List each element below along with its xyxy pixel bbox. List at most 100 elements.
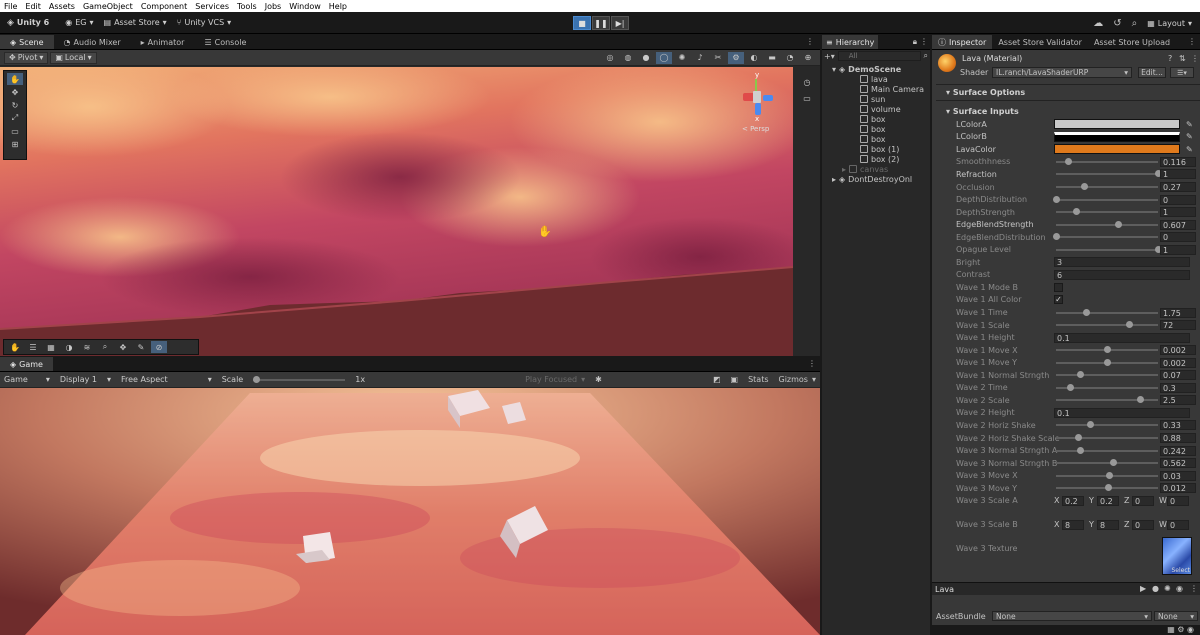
local-dropdown[interactable]: ▣ Local ▾ xyxy=(50,51,97,64)
property-value-field[interactable]: 0.03 xyxy=(1160,470,1196,481)
hierarchy-item[interactable]: box (2) xyxy=(824,154,930,164)
property-value-field[interactable]: 0 xyxy=(1160,194,1196,205)
tab-inspector[interactable]: ⓘ Inspector xyxy=(932,35,993,49)
tab-scene[interactable]: ◈ Scene xyxy=(0,35,54,49)
property-slider[interactable] xyxy=(1056,245,1162,253)
bug-icon[interactable]: ✱ xyxy=(595,375,602,384)
move-tool-icon[interactable]: ✥ xyxy=(7,86,23,98)
slider-knob[interactable] xyxy=(1077,371,1085,379)
slider-knob[interactable] xyxy=(1075,434,1083,441)
draw-mode-icon[interactable]: ◎ xyxy=(602,52,618,64)
hierarchy-item[interactable]: sun xyxy=(824,94,930,104)
hierarchy-item[interactable]: box (1) xyxy=(824,144,930,154)
orientation-gizmo[interactable]: y x < Persp xyxy=(737,71,785,133)
hierarchy-item-canvas[interactable]: ▸ canvas xyxy=(824,164,930,174)
slider-knob[interactable] xyxy=(1077,446,1085,454)
property-checkbox[interactable]: ✓ xyxy=(1054,295,1063,305)
slider-knob[interactable] xyxy=(1105,484,1113,492)
property-value-field[interactable]: 0.88 xyxy=(1160,433,1196,443)
add-icon[interactable]: +▾ xyxy=(824,52,835,61)
game-viewport[interactable] xyxy=(0,388,820,635)
pivot-dropdown[interactable]: ✥ Pivot ▾ xyxy=(4,51,49,64)
property-slider[interactable] xyxy=(1056,383,1158,391)
compass-icon[interactable]: ⊘ xyxy=(151,341,167,353)
lock-icon[interactable]: 🔒︎ xyxy=(913,35,920,49)
vector-w-field[interactable]: 0 xyxy=(1167,519,1189,530)
property-value-field[interactable]: 0.116 xyxy=(1160,156,1196,167)
property-value-field[interactable]: 3 xyxy=(1054,257,1190,268)
camera-icon[interactable]: ▬ xyxy=(764,52,780,64)
step-button[interactable]: ▶| xyxy=(611,16,629,30)
asset-store-dropdown[interactable]: ▤ Asset Store ▾ xyxy=(99,15,172,31)
property-slider[interactable] xyxy=(1056,220,1158,228)
property-value-field[interactable]: 1 xyxy=(1160,207,1196,218)
globe-icon[interactable]: ⊕ xyxy=(800,52,816,64)
property-slider[interactable] xyxy=(1056,358,1158,366)
tab-game[interactable]: ◈ Game xyxy=(0,357,53,371)
hierarchy-search-input[interactable]: All xyxy=(837,51,921,61)
property-slider[interactable] xyxy=(1056,321,1158,329)
slider-knob[interactable] xyxy=(1053,195,1060,203)
paint-icon[interactable]: ✎ xyxy=(133,341,149,353)
scale-tool-icon[interactable]: ⤢ xyxy=(7,112,23,124)
scene-viewport[interactable]: ✋ ✥ ↻ ⤢ ▭ ⊞ y x < Persp ✋ ✋ ☰ ▦ ◑ ≋ ⌕ ✥ xyxy=(0,67,793,356)
property-value-field[interactable]: 2.5 xyxy=(1160,395,1196,406)
snap-icon[interactable]: ▦ xyxy=(43,341,59,353)
menu-edit[interactable]: Edit xyxy=(25,2,41,11)
slider-knob[interactable] xyxy=(1114,220,1122,228)
property-value-field[interactable]: 0.002 xyxy=(1160,345,1196,356)
property-value-field[interactable]: 0 xyxy=(1160,232,1196,243)
slider-knob[interactable] xyxy=(1106,471,1114,479)
edit-shader-button[interactable]: Edit... xyxy=(1138,67,1166,78)
slider-knob[interactable] xyxy=(1067,383,1075,391)
lighting-icon[interactable]: ✺ xyxy=(674,52,690,64)
property-slider[interactable] xyxy=(1053,195,1158,203)
tab-hierarchy[interactable]: ≡ Hierarchy xyxy=(822,35,879,49)
account-dropdown[interactable]: ◉ EG ▾ xyxy=(60,15,98,31)
game-mode-dropdown[interactable]: Game ▾ xyxy=(4,375,50,384)
menu-assets[interactable]: Assets xyxy=(49,2,75,11)
cloud-icon[interactable]: ☁ xyxy=(1093,18,1103,29)
slider-knob[interactable] xyxy=(1104,358,1111,366)
eyedropper-icon[interactable]: ✎ xyxy=(1186,120,1193,129)
color-swatch[interactable] xyxy=(1054,144,1180,155)
slider-knob[interactable] xyxy=(1053,233,1060,241)
search-icon[interactable]: ⌕ xyxy=(1132,18,1138,29)
play-button[interactable]: ■ xyxy=(573,16,591,30)
grid-icon[interactable]: ☰ xyxy=(25,341,41,353)
property-slider[interactable] xyxy=(1056,446,1158,454)
property-slider[interactable] xyxy=(1056,434,1158,441)
hierarchy-item[interactable]: lava xyxy=(824,74,930,84)
layout-dropdown[interactable]: ▦ Layout ▾ xyxy=(1147,15,1192,31)
effects-icon[interactable]: ✂ xyxy=(710,52,726,64)
property-value-field[interactable]: 0.27 xyxy=(1160,182,1196,192)
hierarchy-item[interactable]: box xyxy=(824,114,930,124)
more-icon[interactable]: ⋮ xyxy=(806,35,820,49)
eyedropper-icon[interactable]: ✎ xyxy=(1186,145,1193,154)
assetbundle-variant-dropdown[interactable]: None ▾ xyxy=(1154,611,1198,621)
gizmos-icon[interactable]: ◔ xyxy=(782,52,798,64)
property-slider[interactable] xyxy=(1056,471,1158,479)
shader-options-icon[interactable]: ☰▾ xyxy=(1170,67,1194,78)
property-slider[interactable] xyxy=(1056,371,1158,379)
property-value-field[interactable]: 0.012 xyxy=(1160,483,1196,494)
pause-button[interactable]: ❚❚ xyxy=(592,16,610,30)
menu-window[interactable]: Window xyxy=(289,2,321,11)
menu-file[interactable]: File xyxy=(4,2,17,11)
layers-icon[interactable]: ≋ xyxy=(79,341,95,353)
play-focused-dropdown[interactable]: Play Focused ▾ xyxy=(525,375,585,384)
hand-tool-icon[interactable]: ✋ xyxy=(7,73,23,85)
property-slider[interactable] xyxy=(1056,183,1158,190)
tab-console[interactable]: ☰ Console xyxy=(194,35,256,49)
help-icon[interactable]: ? xyxy=(1168,54,1172,63)
property-slider[interactable] xyxy=(1056,421,1158,429)
view-options-icon[interactable]: ▭ xyxy=(799,92,815,104)
mute-icon[interactable]: ◩ xyxy=(713,375,721,384)
property-slider[interactable] xyxy=(1056,484,1158,492)
slider-knob[interactable] xyxy=(1064,157,1072,165)
slider-knob[interactable] xyxy=(1086,421,1094,429)
property-checkbox[interactable] xyxy=(1054,282,1063,292)
tab-audio-mixer[interactable]: ◔ Audio Mixer xyxy=(54,35,131,49)
aspect-dropdown[interactable]: Free Aspect ▾ xyxy=(121,375,212,384)
property-value-field[interactable]: 72 xyxy=(1160,320,1196,331)
